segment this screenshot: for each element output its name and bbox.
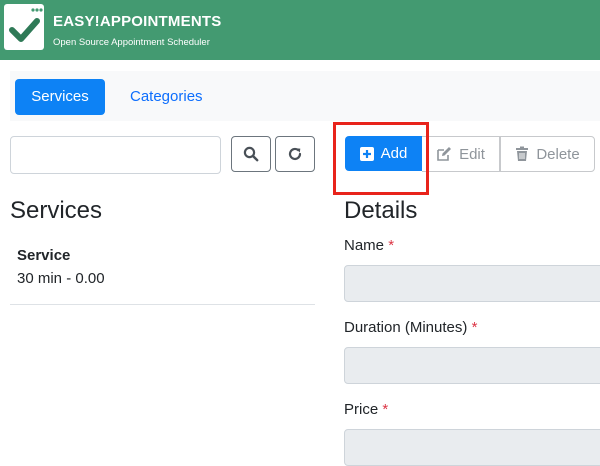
search-icon	[243, 146, 259, 162]
required-mark: *	[388, 237, 395, 254]
price-label: Price *	[344, 401, 388, 418]
edit-icon	[437, 147, 452, 161]
trash-icon	[516, 146, 529, 161]
logo-check-icon	[4, 4, 44, 50]
search-input[interactable]	[10, 136, 221, 174]
required-mark: *	[382, 401, 389, 418]
search-button[interactable]	[231, 136, 271, 172]
details-heading: Details	[344, 197, 418, 224]
duration-label-text: Duration (Minutes)	[344, 319, 468, 336]
name-field[interactable]	[344, 265, 600, 302]
refresh-icon	[288, 147, 302, 161]
duration-field[interactable]	[344, 347, 600, 384]
refresh-button[interactable]	[275, 136, 315, 172]
services-heading: Services	[10, 197, 103, 224]
price-field[interactable]	[344, 429, 600, 466]
service-name: Service	[17, 247, 71, 264]
app-header: EASY!APPOINTMENTS Open Source Appointmen…	[0, 0, 600, 60]
highlight-box	[333, 122, 429, 195]
list-item[interactable]: Service 30 min - 0.00	[10, 236, 315, 305]
price-label-text: Price	[344, 401, 379, 418]
delete-button-label: Delete	[536, 145, 580, 163]
duration-label: Duration (Minutes) *	[344, 319, 477, 336]
tab-categories[interactable]: Categories	[115, 79, 218, 115]
tab-services[interactable]: Services	[15, 79, 105, 115]
app-title: EASY!APPOINTMENTS	[53, 13, 222, 30]
app-subtitle: Open Source Appointment Scheduler	[53, 37, 210, 48]
service-meta: 30 min - 0.00	[17, 270, 105, 287]
edit-button-label: Edit	[459, 145, 485, 163]
tabs-bar: Services Categories	[10, 71, 600, 121]
edit-button[interactable]: Edit	[422, 136, 500, 172]
required-mark: *	[471, 319, 478, 336]
delete-button[interactable]: Delete	[500, 136, 595, 172]
name-label-text: Name	[344, 237, 385, 254]
name-label: Name *	[344, 237, 394, 254]
